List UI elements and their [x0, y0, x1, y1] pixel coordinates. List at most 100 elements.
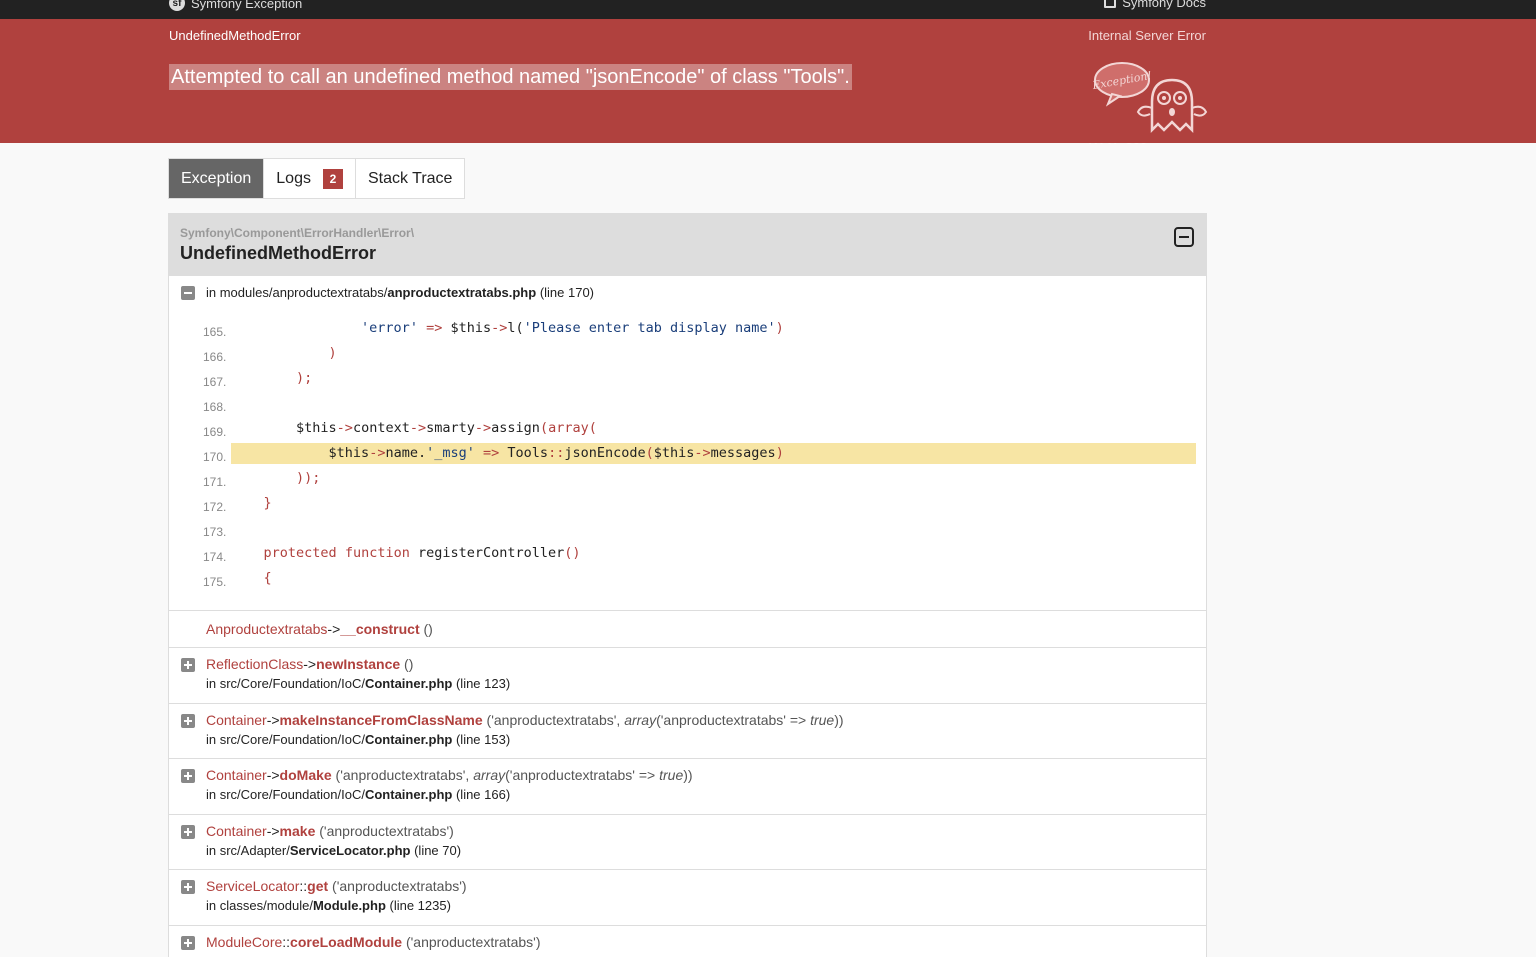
line-number: 167.: [203, 375, 227, 389]
file-dir: in modules/anproductextratabs/: [206, 285, 388, 300]
trace-class: ServiceLocator: [206, 878, 300, 894]
trace-args: ('anproductextratabs'): [315, 823, 454, 839]
exception-file-location: in modules/anproductextratabs/anproducte…: [206, 285, 594, 300]
line-number: 169.: [203, 425, 227, 439]
code-text: $this->context->smarty->assign(array(: [296, 420, 597, 436]
tab-exception-label: Exception: [181, 169, 252, 187]
symfony-logo-icon: sf: [169, 0, 185, 11]
collapse-panel-icon[interactable]: [1174, 227, 1194, 247]
trace-class: Container: [206, 767, 267, 783]
code-line: 172. }: [169, 493, 1206, 518]
code-line: 175. {: [169, 568, 1206, 593]
code-line: 173.: [169, 518, 1206, 543]
exception-panel: Symfony\Component\ErrorHandler\Error\ Un…: [168, 213, 1207, 957]
trace-separator: ->: [303, 656, 317, 672]
stack-trace-item[interactable]: Container->makeInstanceFromClassName ('a…: [169, 703, 1206, 758]
code-text: ): [328, 345, 337, 361]
docs-label: Symfony Docs: [1122, 0, 1206, 10]
line-number: 166.: [203, 350, 227, 364]
collapse-file-icon[interactable]: [181, 286, 195, 300]
brand-link[interactable]: sf Symfony Exception: [169, 0, 302, 11]
trace-file-location: in src/Core/Foundation/IoC/Container.php…: [206, 787, 511, 802]
code-text: );: [296, 370, 313, 386]
ghost-illustration-icon: Exception!: [1092, 62, 1208, 134]
exception-panel-header: Symfony\Component\ErrorHandler\Error\ Un…: [169, 214, 1206, 276]
trace-call: Container->doMake ('anproductextratabs',…: [206, 767, 693, 783]
trace-call: ReflectionClass->newInstance (): [206, 656, 413, 672]
trace-class: Anproductextratabs: [206, 621, 328, 637]
tab-logs-label: Logs: [276, 169, 311, 187]
stack-trace-item: Anproductextratabs->__construct (): [169, 610, 1206, 647]
trace-method: get: [307, 878, 329, 894]
error-name: UndefinedMethodError: [169, 28, 301, 43]
logs-count-badge: 2: [322, 168, 343, 189]
exception-namespace: Symfony\Component\ErrorHandler\Error\: [180, 226, 415, 240]
book-icon: [1104, 0, 1117, 8]
stack-trace-item[interactable]: Container->make ('anproductextratabs') in…: [169, 814, 1206, 869]
line-number: 171.: [203, 475, 227, 489]
exception-message: Attempted to call an undefined method na…: [169, 64, 852, 90]
code-text: 'error' => $this->l('Please enter tab di…: [361, 320, 784, 336]
exception-header: Attempted to call an undefined method na…: [0, 52, 1536, 143]
stack-trace-item[interactable]: Container->doMake ('anproductextratabs',…: [169, 758, 1206, 814]
trace-args: (): [419, 621, 433, 637]
http-text: Internal Server Error: [1088, 28, 1206, 43]
code-line: 167. );: [169, 368, 1206, 393]
code-text: $this->name.'_msg' => Tools::jsonEncode(…: [231, 443, 1196, 464]
trace-separator: ->: [327, 621, 341, 637]
status-bar: UndefinedMethodError HTTP 500 Internal S…: [0, 19, 1536, 147]
expand-icon[interactable]: [181, 769, 195, 783]
expand-icon[interactable]: [181, 880, 195, 894]
code-text: ));: [296, 470, 321, 486]
trace-separator: ::: [282, 934, 291, 950]
expand-icon[interactable]: [181, 658, 195, 672]
code-line: 168.: [169, 393, 1206, 418]
trace-args: ('anproductextratabs', array('anproducte…: [331, 767, 693, 783]
line-number: 165.: [203, 325, 227, 339]
code-line: 171. ));: [169, 468, 1206, 493]
line-number: 175.: [203, 575, 227, 589]
code-snippet: 165. 'error' => $this->l('Please enter t…: [169, 318, 1206, 593]
code-line: 174. protected function registerControll…: [169, 543, 1206, 568]
http-status: HTTP 500 Internal Server Error: [1088, 28, 1206, 147]
code-text: }: [263, 495, 272, 511]
tab-exception[interactable]: Exception: [169, 159, 265, 198]
trace-file-location: in src/Core/Foundation/IoC/Container.php…: [206, 676, 511, 691]
trace-call: Anproductextratabs->__construct (): [206, 621, 433, 637]
docs-link[interactable]: Symfony Docs: [1104, 0, 1206, 10]
trace-args: ('anproductextratabs', array('anproducte…: [482, 712, 844, 728]
line-number: 170.: [203, 450, 227, 464]
code-text: {: [263, 570, 272, 586]
trace-separator: ->: [266, 823, 280, 839]
expand-icon[interactable]: [181, 825, 195, 839]
tab-logs[interactable]: Logs 2: [264, 159, 356, 198]
trace-call: Container->makeInstanceFromClassName ('a…: [206, 712, 844, 728]
line-number: 168.: [203, 400, 227, 414]
exception-class: UndefinedMethodError: [180, 243, 376, 263]
stack-trace-item[interactable]: ServiceLocator::get ('anproductextratabs…: [169, 869, 1206, 925]
tab-stack-trace[interactable]: Stack Trace: [355, 159, 465, 198]
file-line: (line 170): [539, 285, 595, 300]
top-bar: sf Symfony Exception Symfony Docs: [0, 0, 1536, 19]
trace-file-location: in src/Core/Foundation/IoC/Container.php…: [206, 732, 511, 747]
stack-trace-item[interactable]: ModuleCore::coreLoadModule ('anproductex…: [169, 925, 1206, 957]
line-number: 173.: [203, 525, 227, 539]
file-name: anproductextratabs.php: [387, 285, 537, 300]
trace-method: make: [279, 823, 316, 839]
code-line: 166. ): [169, 343, 1206, 368]
trace-method: makeInstanceFromClassName: [279, 712, 483, 728]
code-text: protected function registerController(): [263, 545, 581, 561]
line-number: 172.: [203, 500, 227, 514]
trace-file-location: in src/Adapter/ServiceLocator.php (line …: [206, 843, 462, 858]
trace-method: newInstance: [316, 656, 401, 672]
expand-icon[interactable]: [181, 714, 195, 728]
trace-class: ReflectionClass: [206, 656, 304, 672]
stack-trace-item[interactable]: ReflectionClass->newInstance () in src/Co…: [169, 647, 1206, 703]
trace-call: Container->make ('anproductextratabs'): [206, 823, 454, 839]
trace-class: Container: [206, 712, 267, 728]
trace-call: ModuleCore::coreLoadModule ('anproductex…: [206, 934, 540, 950]
expand-icon[interactable]: [181, 936, 195, 950]
tab-bar: Exception Logs 2 Stack Trace: [168, 158, 466, 199]
trace-class: ModuleCore: [206, 934, 283, 950]
trace-call: ServiceLocator::get ('anproductextratabs…: [206, 878, 467, 894]
